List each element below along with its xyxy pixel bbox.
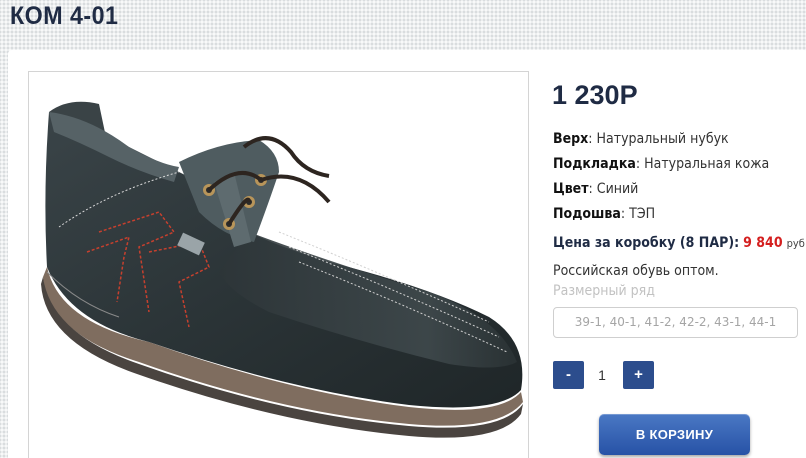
box-price-unit: руб <box>786 237 805 250</box>
spec-value: : Натуральный нубук <box>588 131 729 147</box>
quantity-increase-button[interactable]: + <box>623 361 654 389</box>
box-price-label: Цена за коробку (8 ПАР): <box>553 235 740 251</box>
spec-sole: Подошва: ТЭП <box>553 206 655 222</box>
quantity-input[interactable]: 1 <box>585 361 619 389</box>
spec-value: : ТЭП <box>620 206 656 222</box>
spec-label: Подкладка <box>553 156 636 172</box>
spec-label: Цвет <box>553 181 589 197</box>
box-price: Цена за коробку (8 ПАР): 9 840 руб <box>553 235 805 251</box>
add-to-cart-button[interactable]: В КОРЗИНУ <box>599 414 750 455</box>
product-price: 1 230Р <box>552 80 638 110</box>
size-range-select[interactable]: 39-1, 40-1, 41-2, 42-2, 43-1, 44-1 <box>553 307 798 338</box>
spec-label: Верх <box>553 131 589 147</box>
product-image[interactable] <box>28 71 529 458</box>
size-range-label: Размерный ряд <box>553 283 655 299</box>
spec-color: Цвет: Синий <box>553 181 638 197</box>
spec-value: : Синий <box>588 181 639 197</box>
spec-upper: Верх: Натуральный нубук <box>553 131 729 147</box>
box-price-value: 9 840 <box>743 235 783 251</box>
wholesale-note: Российская обувь оптом. <box>553 263 719 279</box>
spec-label: Подошва <box>553 206 621 222</box>
shoe-illustration <box>41 101 523 438</box>
spec-value: : Натуральная кожа <box>635 156 770 172</box>
spec-lining: Подкладка: Натуральная кожа <box>553 156 769 172</box>
quantity-decrease-button[interactable]: - <box>553 361 584 389</box>
page-title: КОМ 4-01 <box>10 2 119 30</box>
